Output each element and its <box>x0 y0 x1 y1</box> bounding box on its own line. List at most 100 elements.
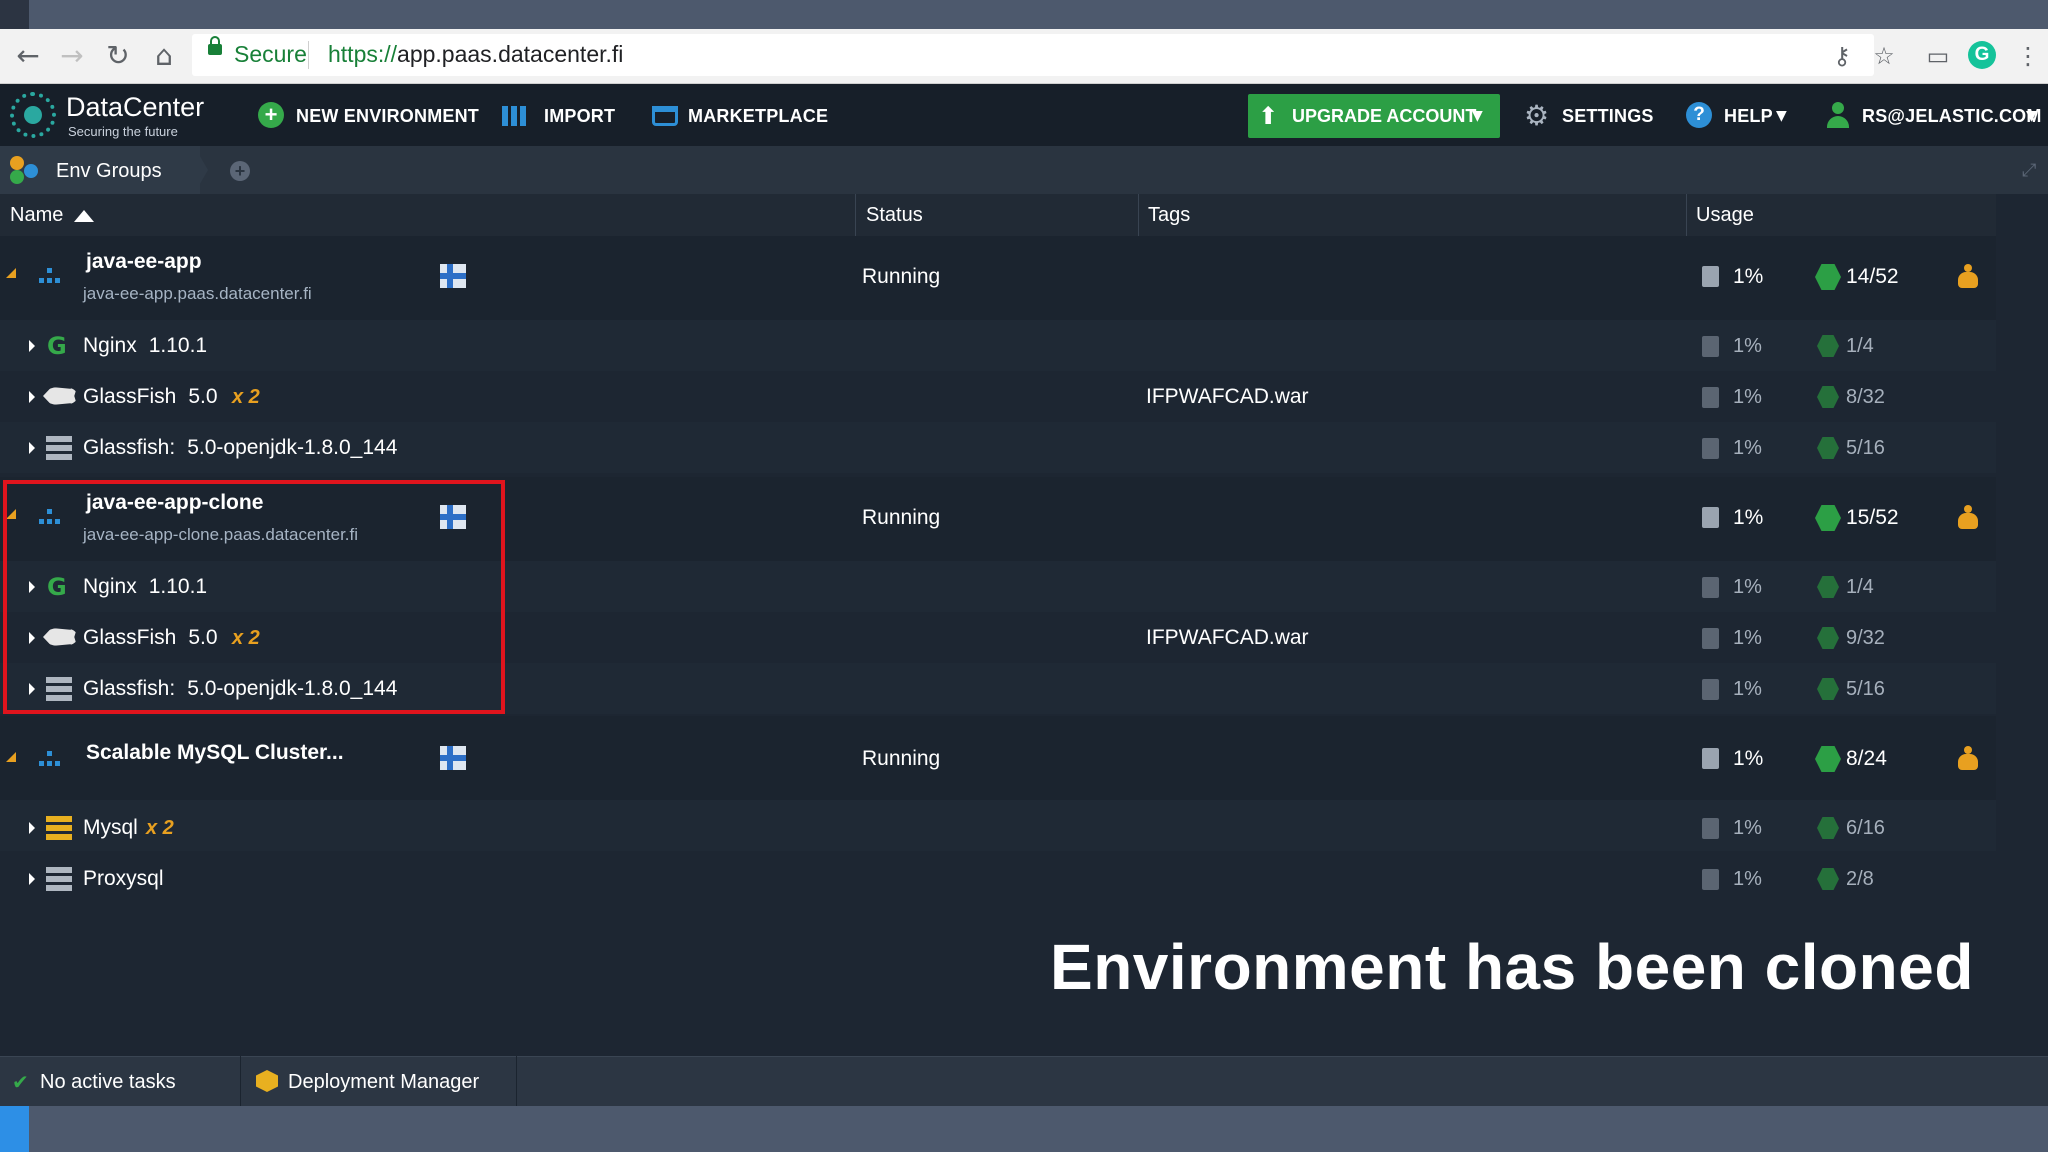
cloudlets-usage: 5/16 <box>1846 678 1885 700</box>
billing-icon[interactable] <box>1956 264 1980 288</box>
disk-usage: 1% <box>1733 386 1762 408</box>
env-groups-dot <box>24 164 38 178</box>
url-text[interactable]: https://app.paas.datacenter.fi <box>328 41 623 68</box>
node-type: Proxysql <box>83 867 164 890</box>
user-account-button[interactable]: RS@JELASTIC.COM <box>1862 106 2042 127</box>
node-count[interactable]: x 2 <box>146 817 174 840</box>
add-group-icon[interactable]: + <box>230 161 250 181</box>
cloudlets-usage: 6/16 <box>1846 817 1885 839</box>
logo-tagline: Securing the future <box>68 124 178 139</box>
tab-bar <box>0 146 2048 194</box>
node-name[interactable]: Mysql <box>83 816 138 840</box>
grammarly-extension-icon[interactable]: G <box>1968 41 1996 69</box>
check-icon: ✔ <box>12 1070 29 1094</box>
upgrade-arrow-icon: ⬆ <box>1257 102 1279 130</box>
logo-icon <box>10 92 56 138</box>
environment-topology-icon <box>39 751 61 769</box>
disk-icon <box>1702 679 1719 700</box>
billing-icon[interactable] <box>1956 505 1980 529</box>
expand-arrow-icon[interactable] <box>29 391 35 403</box>
sort-ascending-icon[interactable] <box>74 210 94 222</box>
home-icon[interactable]: ⌂ <box>146 38 182 74</box>
environment-status: Running <box>862 747 941 770</box>
help-dropdown-caret-icon[interactable]: ▼ <box>1776 108 1787 124</box>
expand-arrow-icon[interactable] <box>29 340 35 352</box>
marketplace-button[interactable]: MARKETPLACE <box>688 106 828 127</box>
column-header-usage[interactable]: Usage <box>1696 204 1754 227</box>
gear-icon[interactable]: ⚙ <box>1524 102 1552 130</box>
node-type: Glassfish: <box>83 436 176 459</box>
url-host: app.paas.datacenter.fi <box>397 41 624 67</box>
cast-icon[interactable]: ▭ <box>1922 40 1954 72</box>
node-row[interactable] <box>0 852 1996 903</box>
deployment-manager-button[interactable]: Deployment Manager <box>288 1071 479 1094</box>
environment-status: Running <box>862 506 941 529</box>
new-environment-button[interactable]: NEW ENVIRONMENT <box>296 106 479 127</box>
column-separator[interactable] <box>855 194 856 236</box>
node-version: 5.0-openjdk-1.8.0_144 <box>187 436 398 459</box>
disk-icon <box>1702 336 1719 357</box>
column-separator[interactable] <box>1686 194 1687 236</box>
column-header-status[interactable]: Status <box>866 204 923 227</box>
expand-arrow-icon[interactable] <box>29 873 35 885</box>
back-icon[interactable]: ← <box>10 38 46 74</box>
environment-status: Running <box>862 265 941 288</box>
os-taskbar <box>0 1106 2048 1152</box>
env-groups-label[interactable]: Env Groups <box>56 160 162 183</box>
os-taskbar-tab[interactable] <box>0 1106 29 1152</box>
tasks-status[interactable]: No active tasks <box>40 1071 176 1094</box>
key-icon[interactable]: ⚷ <box>1826 40 1858 72</box>
column-header-tags[interactable]: Tags <box>1148 204 1190 227</box>
billing-icon[interactable] <box>1956 746 1980 770</box>
node-name[interactable]: Glassfish: 5.0-openjdk-1.8.0_144 <box>83 436 397 460</box>
expand-icon[interactable]: ⤢ <box>2022 160 2042 181</box>
user-icon <box>1826 102 1850 128</box>
statusbar-separator <box>240 1056 241 1106</box>
disk-usage: 1% <box>1733 868 1762 890</box>
node-row[interactable] <box>0 320 1996 371</box>
help-icon[interactable]: ? <box>1686 102 1712 128</box>
marketplace-basket-icon <box>652 106 678 126</box>
environment-name[interactable]: java-ee-app <box>86 250 202 274</box>
bookmark-star-icon[interactable]: ☆ <box>1868 40 1900 72</box>
expand-arrow-icon[interactable] <box>29 442 35 454</box>
import-button[interactable]: IMPORT <box>544 106 615 127</box>
region-flag-icon[interactable] <box>440 264 466 288</box>
upgrade-dropdown-caret-icon[interactable]: ▼ <box>1472 108 1483 124</box>
node-count[interactable]: x 2 <box>232 386 260 409</box>
collapse-triangle-icon[interactable] <box>6 752 16 762</box>
column-separator[interactable] <box>1138 194 1139 236</box>
disk-usage: 1% <box>1733 747 1764 770</box>
help-button[interactable]: HELP <box>1724 106 1773 127</box>
node-version: 5.0 <box>188 385 218 408</box>
environment-row[interactable] <box>0 236 1996 320</box>
upgrade-account-label[interactable]: UPGRADE ACCOUNT <box>1292 106 1476 127</box>
expand-arrow-icon[interactable] <box>29 822 35 834</box>
environment-domain[interactable]: java-ee-app.paas.datacenter.fi <box>83 284 312 304</box>
forward-icon[interactable]: → <box>54 38 90 74</box>
logo-name: DataCenter <box>66 92 205 122</box>
node-row[interactable] <box>0 371 1996 422</box>
node-name[interactable]: Nginx 1.10.1 <box>83 334 207 358</box>
node-name[interactable]: Proxysql <box>83 867 164 891</box>
environment-topology-icon <box>39 268 61 286</box>
node-name[interactable]: GlassFish 5.0 <box>83 385 218 409</box>
settings-button[interactable]: SETTINGS <box>1562 106 1654 127</box>
collapse-triangle-icon[interactable] <box>6 268 16 278</box>
environment-name[interactable]: Scalable MySQL Cluster... <box>86 741 344 765</box>
disk-usage: 1% <box>1733 576 1762 598</box>
region-flag-icon[interactable] <box>440 746 466 770</box>
env-groups-dot <box>10 156 24 170</box>
node-row[interactable] <box>0 800 1996 851</box>
reload-icon[interactable]: ↻ <box>100 38 136 74</box>
secure-label: Secure <box>234 41 307 67</box>
plus-icon: + <box>258 102 284 128</box>
user-dropdown-caret-icon[interactable]: ▼ <box>2026 108 2037 124</box>
node-version: 1.10.1 <box>148 334 208 357</box>
env-groups-dot <box>10 170 24 184</box>
disk-icon <box>1702 818 1719 839</box>
column-header-name[interactable]: Name <box>10 204 63 227</box>
nginx-icon: G <box>47 332 67 360</box>
browser-menu-icon[interactable]: ⋮ <box>2012 40 2044 72</box>
node-type: GlassFish <box>83 385 177 408</box>
